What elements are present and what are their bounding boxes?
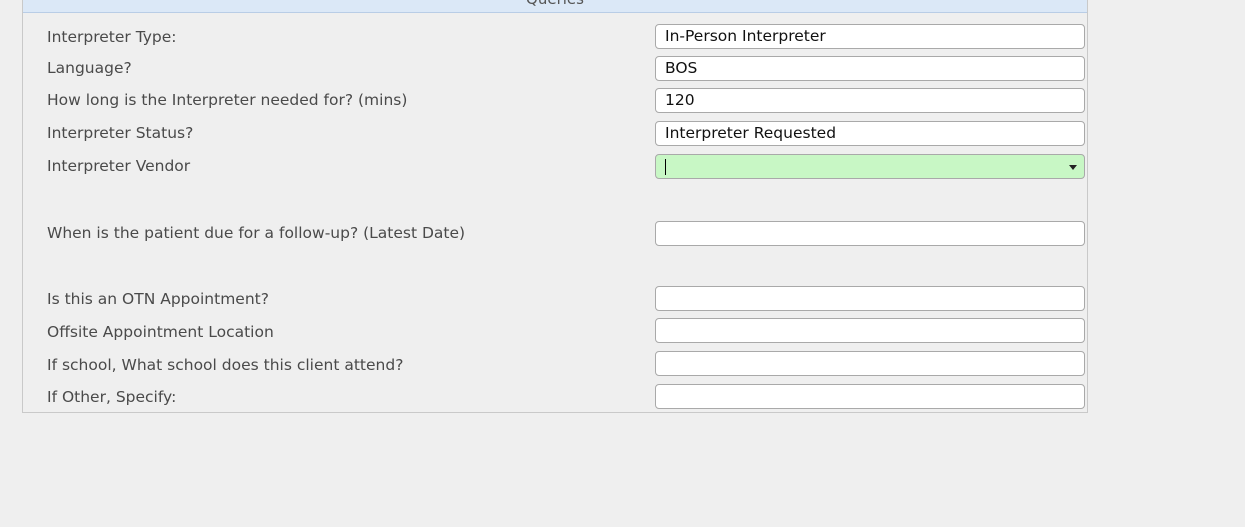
interpreter-status-field[interactable]: Interpreter Requested (655, 121, 1085, 146)
school-label: If school, What school does this client … (47, 356, 404, 374)
interpreter-type-field[interactable]: In-Person Interpreter (655, 24, 1085, 49)
panel-header: Queries (23, 0, 1087, 13)
language-field[interactable]: BOS (655, 56, 1085, 81)
interpreter-status-label: Interpreter Status? (47, 124, 194, 142)
interpreter-vendor-select[interactable] (655, 154, 1085, 179)
language-label: Language? (47, 59, 132, 77)
follow-up-label: When is the patient due for a follow-up?… (47, 224, 466, 242)
offsite-location-label: Offsite Appointment Location (47, 323, 274, 341)
follow-up-field[interactable] (655, 221, 1085, 246)
interpreter-type-label: Interpreter Type: (47, 28, 177, 46)
interpreter-vendor-label: Interpreter Vendor (47, 157, 191, 175)
other-specify-label: If Other, Specify: (47, 388, 177, 406)
offsite-location-field[interactable] (655, 318, 1085, 343)
otn-field[interactable] (655, 286, 1085, 311)
school-field[interactable] (655, 351, 1085, 376)
duration-field[interactable]: 120 (655, 88, 1085, 113)
panel-header-title: Queries (23, 0, 1087, 8)
otn-label: Is this an OTN Appointment? (47, 290, 269, 308)
duration-label: How long is the Interpreter needed for? … (47, 91, 408, 109)
chevron-down-icon[interactable] (1069, 165, 1077, 170)
text-cursor (665, 159, 666, 175)
other-specify-field[interactable] (655, 384, 1085, 409)
